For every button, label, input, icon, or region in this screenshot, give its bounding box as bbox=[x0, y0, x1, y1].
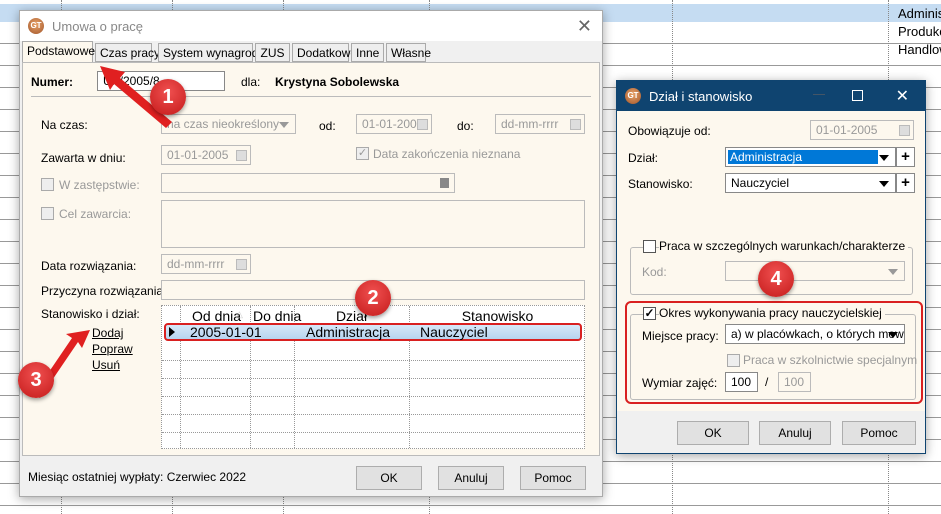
annotation-badge-2: 2 bbox=[355, 280, 391, 316]
annotation-badge-4: 4 bbox=[758, 261, 794, 297]
annotation-badge-1: 1 bbox=[150, 79, 186, 115]
annotation-arrows bbox=[34, 66, 172, 398]
annotation-badge-3: 3 bbox=[18, 362, 54, 398]
